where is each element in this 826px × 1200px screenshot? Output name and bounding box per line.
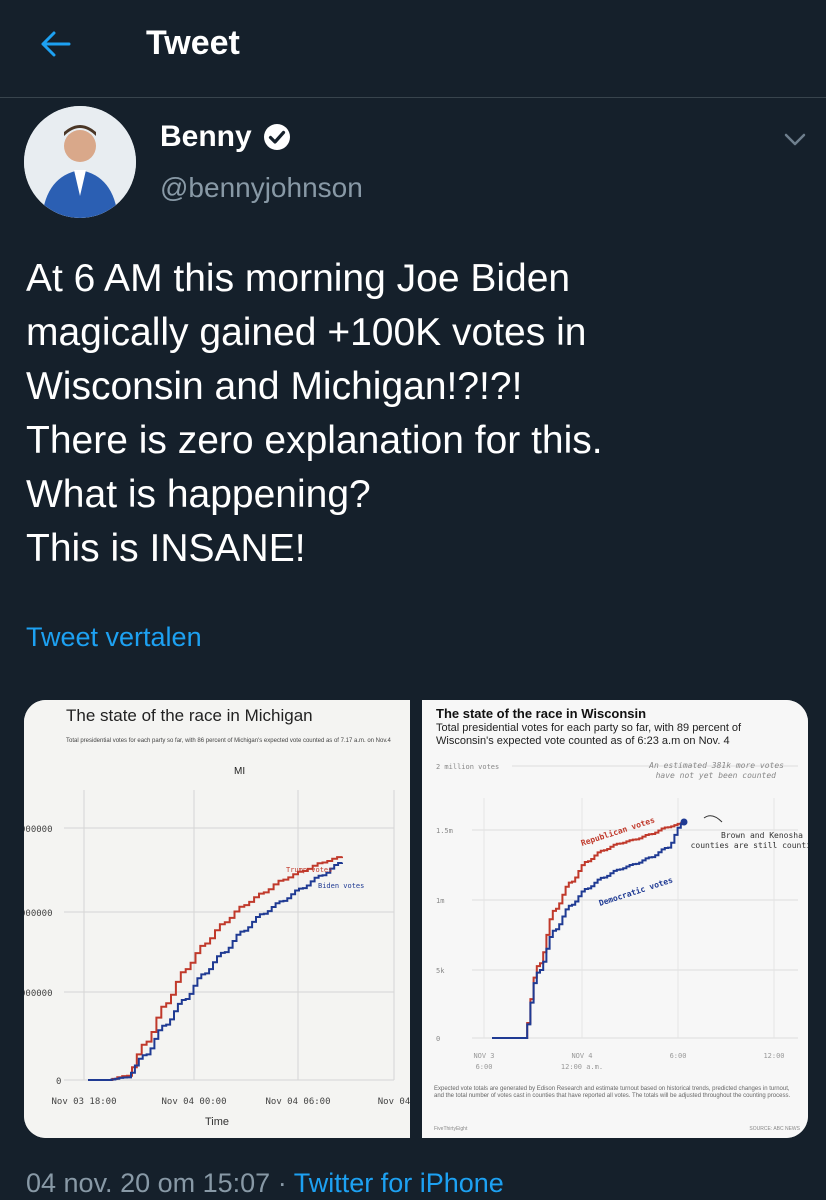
media-divider	[410, 700, 422, 1138]
chart-source: SOURCE: ABC NEWS	[749, 1126, 800, 1132]
page-title: Tweet	[146, 24, 240, 62]
series-end-marker	[680, 818, 688, 826]
y-tick-label: 000000	[24, 989, 53, 999]
annotation-counties: Brown and Kenosha	[721, 831, 803, 840]
x-tick-label: 12:00	[763, 1052, 784, 1060]
series-label-biden: Biden votes	[318, 882, 364, 890]
x-tick-label: Nov 03 18:00	[51, 1097, 116, 1107]
y-tick-label: 2 million votes	[436, 763, 499, 771]
tweet-text: At 6 AM this morning Joe Biden magically…	[26, 257, 603, 570]
tweet-timestamp[interactable]: 04 nov. 20 om 15:07	[26, 1168, 270, 1198]
arrow-left-icon	[41, 31, 71, 57]
x-tick-label: 12:00 a.m.	[561, 1063, 603, 1071]
chart-x-axis-label: Time	[204, 1116, 230, 1128]
y-tick-label: 0	[436, 1035, 440, 1043]
chevron-down-icon[interactable]	[780, 124, 810, 154]
back-button[interactable]	[34, 24, 78, 64]
series-line-democratic	[492, 823, 685, 1039]
verified-badge-icon	[264, 124, 290, 150]
annotation-uncounted: An estimated 381k more votes	[648, 761, 784, 770]
annotation-counties-line2: counties are still counting.	[691, 841, 808, 850]
chart-credit: FiveThirtyEight	[434, 1126, 468, 1132]
wisconsin-chart: 0 5k 1m 1.5m 2 million votes NOV 3 6:00 NOV 4 12…	[436, 761, 808, 1071]
chart-footnote: Expected vote totals are generated by Ed…	[434, 1086, 791, 1099]
y-tick-label: 5k	[436, 967, 445, 975]
author-name[interactable]: Benny	[160, 120, 252, 154]
x-tick-label: Nov 04	[378, 1097, 410, 1107]
series-line-biden	[88, 862, 343, 1081]
annotation-uncounted-line2: have not yet been counted	[656, 771, 777, 780]
x-tick-label: 6:00	[670, 1052, 687, 1060]
avatar-image	[24, 106, 136, 218]
series-label-democratic: Democratic votes	[598, 875, 675, 908]
tweet-media[interactable]: The state of the race in Michigan Total …	[24, 700, 808, 1138]
wisconsin-chart-image[interactable]: The state of the race in Wisconsin Total…	[422, 700, 808, 1138]
y-tick-label: 0	[56, 1077, 61, 1087]
x-tick-label: NOV 4	[571, 1052, 592, 1060]
annotation-arrow	[703, 815, 723, 823]
avatar[interactable]	[24, 106, 136, 218]
y-tick-label: 000000	[24, 825, 53, 835]
x-tick-label: NOV 3	[473, 1052, 494, 1060]
y-tick-label: 000000	[24, 909, 53, 919]
author-handle[interactable]: @bennyjohnson	[160, 172, 363, 204]
meta-separator: ·	[270, 1168, 294, 1198]
x-tick-label: Nov 04 06:00	[265, 1097, 330, 1107]
y-tick-label: 1m	[436, 897, 444, 905]
tweet-meta: 04 nov. 20 om 15:07 · Twitter for iPhone	[26, 1168, 504, 1199]
y-tick-label: 1.5m	[436, 827, 453, 835]
x-tick-label: Nov 04 00:00	[161, 1097, 226, 1107]
series-label-trump: Trump votes	[286, 866, 332, 874]
top-bar: Tweet	[0, 0, 826, 98]
michigan-chart-image[interactable]: The state of the race in Michigan Total …	[24, 700, 410, 1138]
michigan-chart: 0000000000000000000Nov 03 18:00Nov 04 00…	[24, 790, 410, 1107]
x-tick-label: 6:00	[476, 1063, 493, 1071]
tweet-source-link[interactable]: Twitter for iPhone	[294, 1168, 504, 1198]
translate-tweet-link[interactable]: Tweet vertalen	[26, 622, 202, 653]
series-line-trump	[88, 856, 343, 1081]
